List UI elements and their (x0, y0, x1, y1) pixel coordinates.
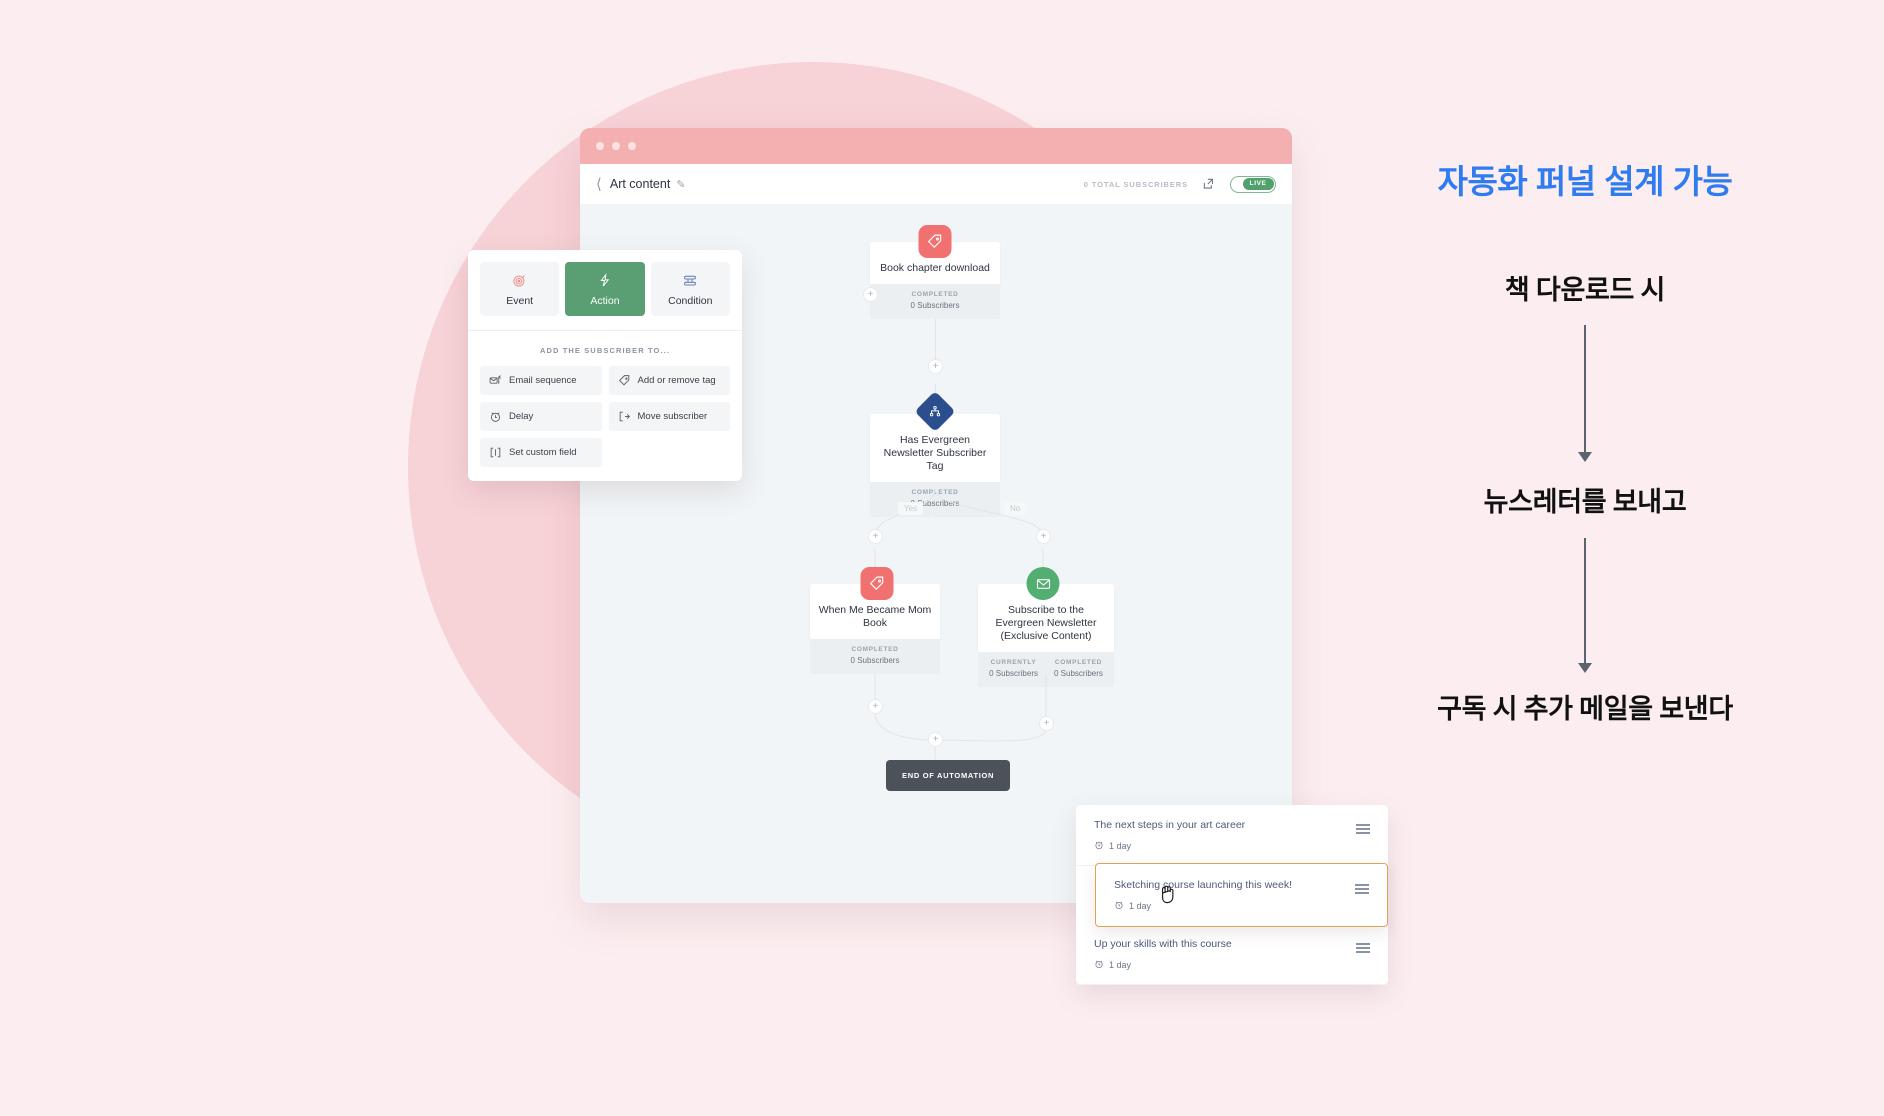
add-step-button[interactable]: + (863, 287, 878, 302)
envelope-icon (1026, 567, 1060, 600)
tab-condition[interactable]: Condition (650, 262, 730, 316)
action-picker-panel: Event Action Condition ADD THE SUBSCRIBE… (468, 250, 742, 481)
add-step-button[interactable]: + (868, 529, 883, 544)
app-toolbar: ⟨ Art content ✎ 0 TOTAL SUBSCRIBERS LIVE (580, 164, 1292, 204)
option-label: Move subscriber (637, 411, 708, 422)
condition-icon (653, 272, 728, 289)
stat-label: CURRENTLY (990, 659, 1037, 667)
stat-label: COMPLETED (851, 646, 899, 654)
drag-handle-icon[interactable] (1355, 879, 1369, 894)
add-step-button[interactable]: + (1039, 716, 1054, 731)
tab-label: Action (590, 295, 620, 307)
arrow-down-head (1578, 663, 1592, 673)
tab-event[interactable]: Event (480, 262, 560, 316)
lightning-icon (567, 272, 642, 289)
email-delay: 1 day (1094, 840, 1245, 852)
option-move-subscriber[interactable]: Move subscriber (608, 402, 730, 431)
flow-node-stats: COMPLETED 0 Subscribers (810, 639, 940, 675)
list-item[interactable]: Up your skills with this course 1 day (1076, 924, 1388, 985)
tag-icon (860, 567, 894, 600)
share-icon[interactable] (1202, 177, 1216, 191)
annotation-heading: 자동화 퍼널 설계 가능 (1437, 163, 1733, 200)
stat-value: 0 Subscribers (850, 656, 900, 666)
window-minimize-dot[interactable] (612, 142, 620, 150)
email-subject: Sketching course launching this week! (1114, 879, 1293, 891)
add-step-button[interactable]: + (928, 359, 943, 374)
email-subject: Up your skills with this course (1094, 938, 1232, 951)
grabbing-hand-cursor (1158, 880, 1180, 906)
window-maximize-dot[interactable] (628, 142, 636, 150)
flow-node-book-chapter-download[interactable]: Book chapter download COMPLETED 0 Subscr… (870, 225, 1000, 320)
chevron-left-icon[interactable]: ⟨ (596, 177, 602, 192)
annotation-step-1: 책 다운로드 시 (1504, 275, 1666, 305)
end-of-automation-button[interactable]: END OF AUTOMATION (886, 760, 1011, 791)
option-label: Email sequence (509, 375, 577, 386)
option-add-or-remove-tag[interactable]: Add or remove tag (608, 366, 730, 395)
drag-handle-icon[interactable] (1356, 819, 1370, 834)
stat-label: COMPLETED (1054, 659, 1103, 667)
stat-value: 0 Subscribers (910, 301, 960, 311)
list-item[interactable]: The next steps in your art career 1 day (1076, 805, 1388, 866)
tag-icon (618, 374, 631, 387)
panel-section-title: ADD THE SUBSCRIBER TO... (539, 346, 671, 355)
flow-node-when-me-became-mom-book[interactable]: When Me Became Mom Book COMPLETED 0 Subs… (810, 567, 940, 675)
email-delay: 1 day (1114, 900, 1292, 912)
branch-label-no: No (1004, 502, 1027, 515)
email-sequence-list: The next steps in your art career 1 day … (1076, 805, 1388, 985)
arrow-down-head (1578, 452, 1592, 462)
alarm-clock-icon (489, 410, 502, 423)
email-delay-label: 1 day (1109, 959, 1132, 970)
add-step-button[interactable]: + (928, 732, 943, 747)
window-titlebar (580, 128, 1292, 164)
alarm-clock-icon (1094, 959, 1104, 971)
option-email-sequence[interactable]: Email sequence (480, 366, 602, 395)
option-set-custom-field[interactable]: Set custom field (480, 438, 602, 467)
flow-node-stats: COMPLETED 0 Subscribers (870, 284, 1000, 320)
option-label: Add or remove tag (637, 375, 716, 386)
tag-icon (918, 225, 952, 258)
alarm-clock-icon (1114, 900, 1124, 912)
page-title: Art content (609, 177, 671, 191)
tab-action[interactable]: Action (565, 262, 645, 316)
action-options-grid: Email sequence Add or remove tag Delay M… (468, 366, 742, 481)
live-toggle[interactable]: LIVE (1230, 175, 1276, 193)
annotation-column: 자동화 퍼널 설계 가능 책 다운로드 시 뉴스레터를 보내고 구독 시 추가 … (1350, 0, 1820, 1116)
arrow-down-icon (1584, 538, 1586, 666)
option-delay[interactable]: Delay (480, 402, 602, 431)
tab-label: Event (506, 295, 534, 307)
email-sequence-icon (489, 374, 502, 387)
email-delay-label: 1 day (1129, 900, 1152, 911)
email-delay: 1 day (1094, 959, 1232, 971)
custom-field-icon (489, 446, 502, 459)
list-item-dragging[interactable]: Sketching course launching this week! 1 … (1095, 863, 1388, 927)
email-delay-label: 1 day (1109, 840, 1132, 851)
annotation-step-3: 구독 시 추가 메일을 보낸다 (1437, 694, 1733, 724)
alarm-clock-icon (1094, 840, 1104, 852)
pencil-icon[interactable]: ✎ (676, 178, 685, 191)
stat-label: COMPLETED (911, 291, 959, 299)
branch-label-yes: Yes (898, 502, 924, 515)
annotation-step-2: 뉴스레터를 보내고 (1483, 487, 1687, 517)
option-label: Delay (509, 411, 534, 422)
tab-label: Condition (668, 295, 713, 307)
target-icon (482, 272, 557, 289)
toolbar-right-group: 0 TOTAL SUBSCRIBERS LIVE (1083, 175, 1276, 193)
window-close-dot[interactable] (596, 142, 604, 150)
arrow-down-icon (1584, 325, 1586, 455)
browser-window: ⟨ Art content ✎ 0 TOTAL SUBSCRIBERS LIVE (580, 128, 1292, 903)
live-toggle-label: LIVE (1242, 178, 1274, 190)
action-panel-tabs: Event Action Condition (468, 250, 742, 330)
total-subscribers-label: 0 TOTAL SUBSCRIBERS (1083, 179, 1188, 189)
email-subject: The next steps in your art career (1094, 819, 1246, 831)
option-label: Set custom field (509, 447, 577, 458)
add-step-button[interactable]: + (868, 699, 883, 714)
add-step-button[interactable]: + (1036, 529, 1051, 544)
drag-handle-icon[interactable] (1356, 938, 1370, 954)
move-arrow-icon (618, 410, 631, 423)
flow-node-subscribe-evergreen-newsletter[interactable]: Subscribe to the Evergreen Newsletter (E… (978, 567, 1114, 688)
